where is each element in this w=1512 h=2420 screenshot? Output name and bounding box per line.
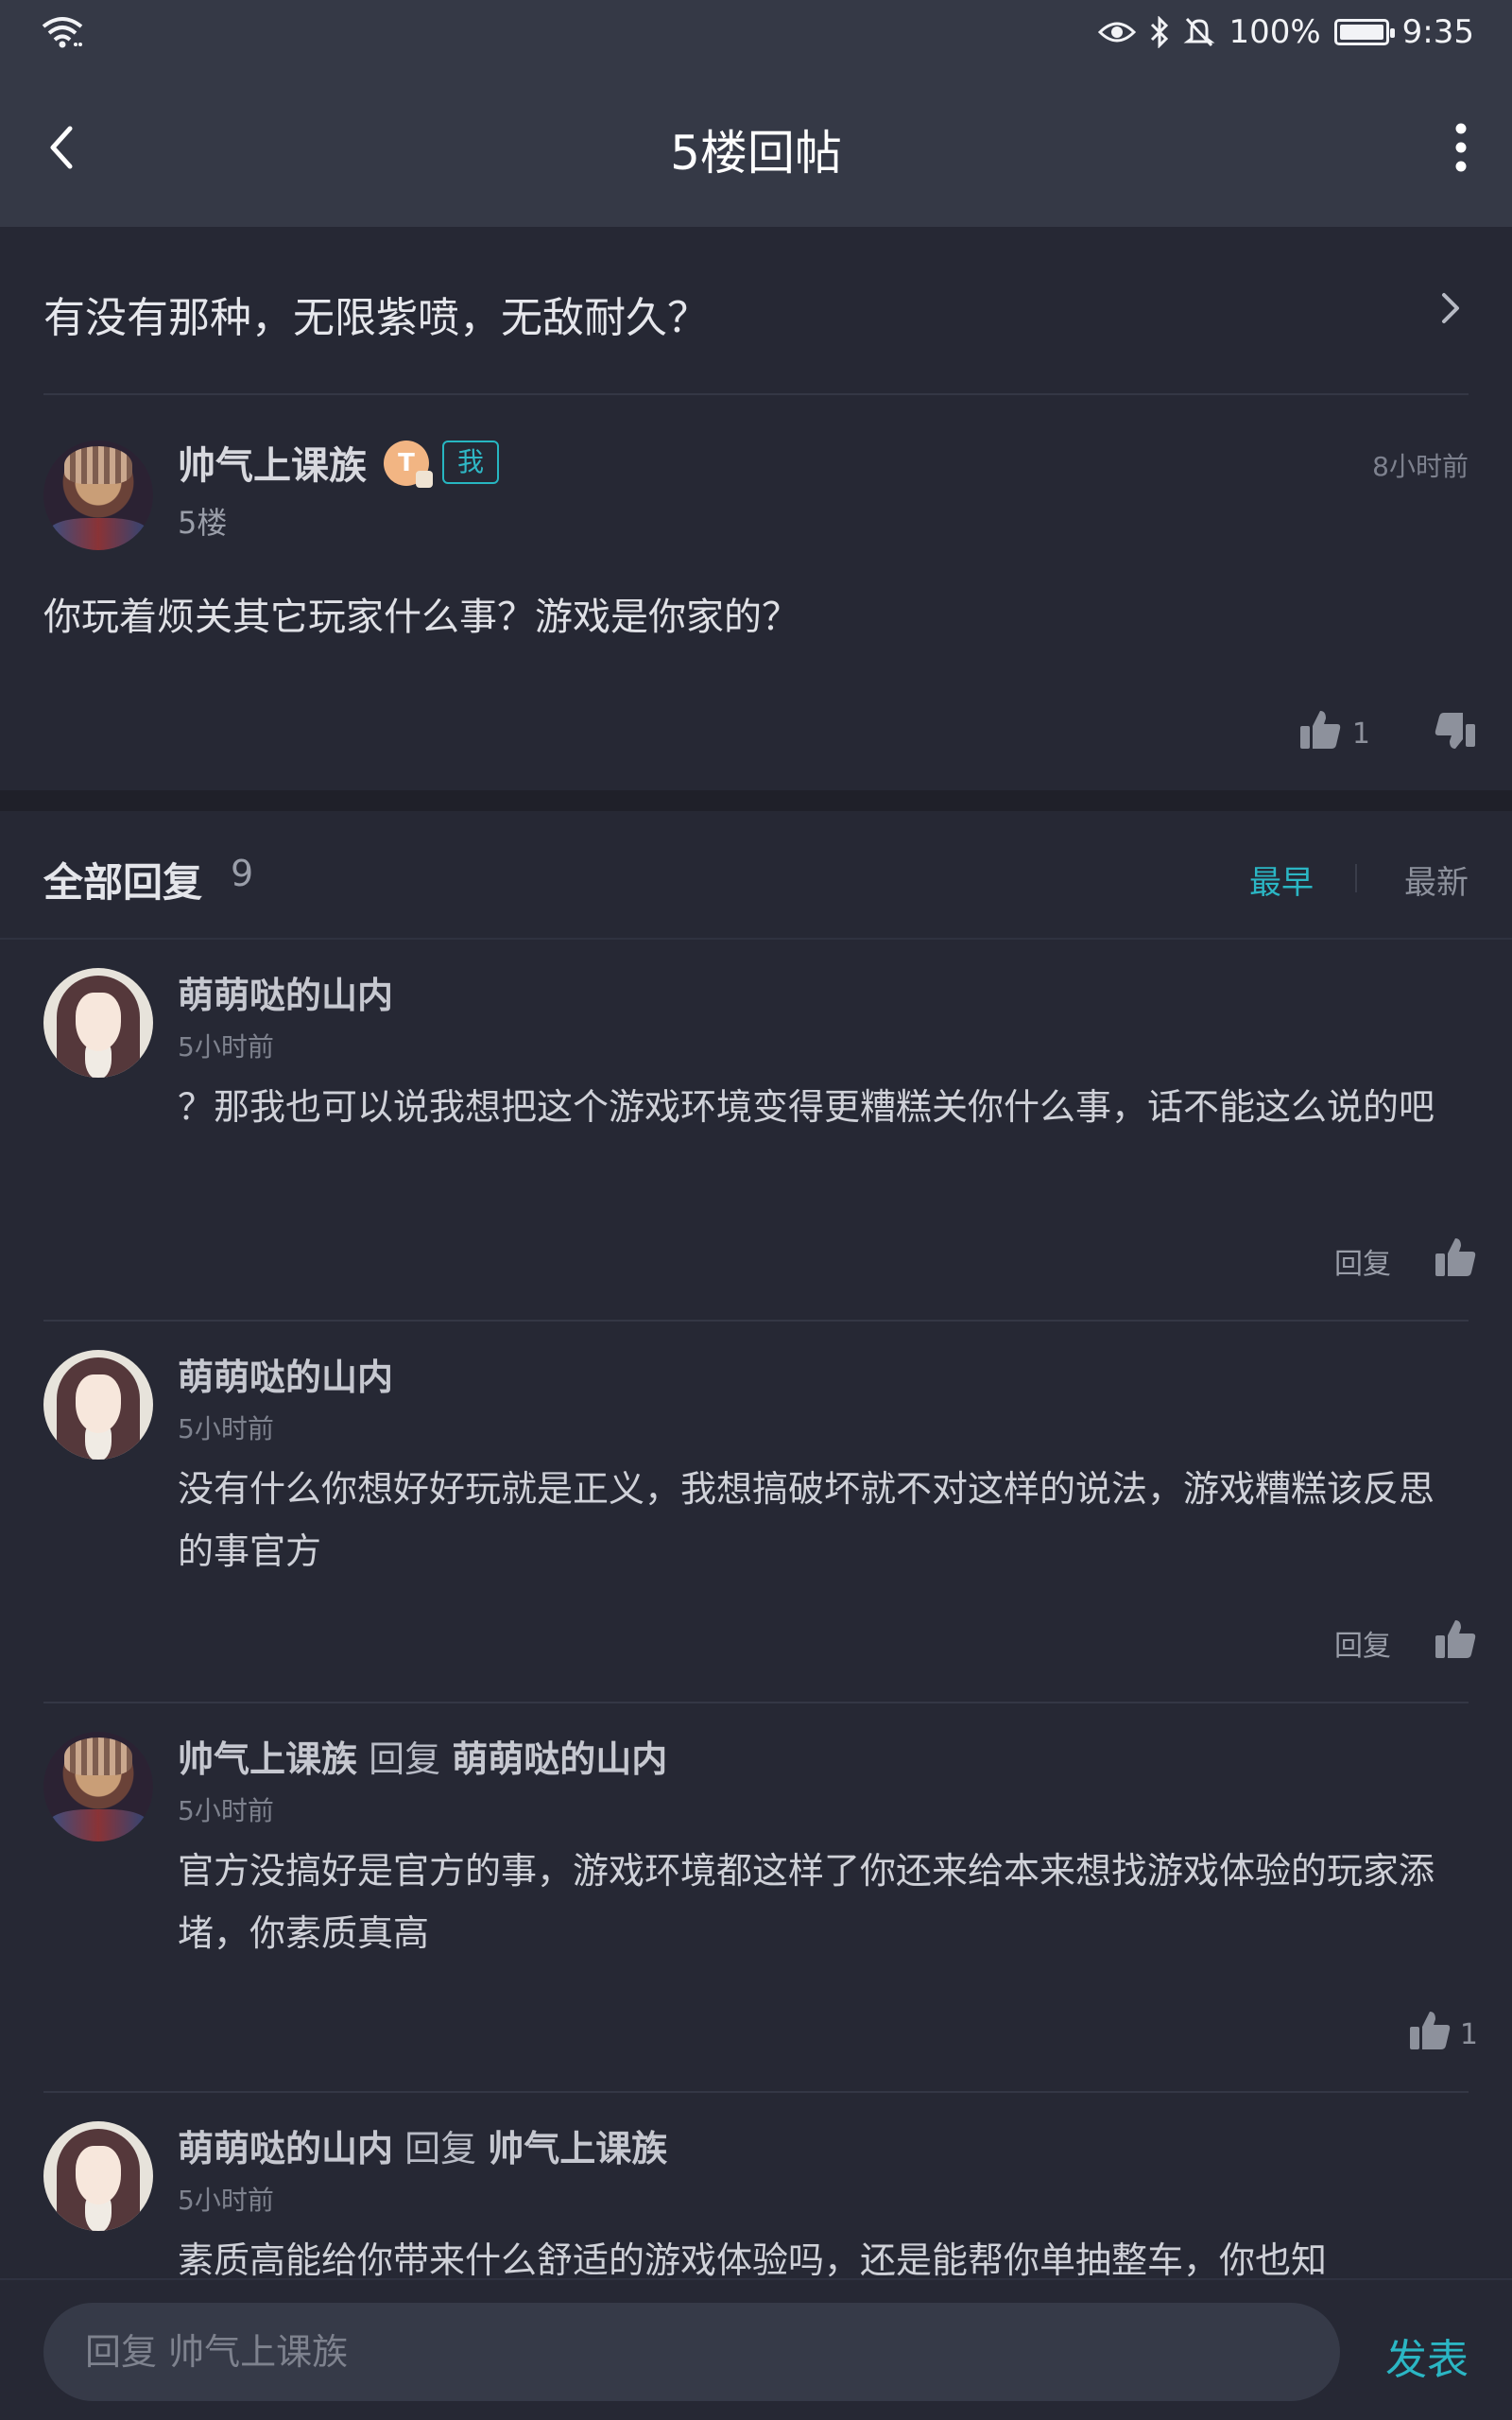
wifi-icon [42, 15, 83, 53]
reply-body: 官方没搞好是官方的事，游戏环境都这样了你还来给本来想找游戏体验的玩家添堵，你素质… [178, 1850, 1435, 1954]
reply-actions: 回复 [1334, 1616, 1478, 1669]
sort-earliest-tab[interactable]: 最早 [1249, 856, 1314, 903]
reply-button[interactable]: 回复 [1334, 1622, 1391, 1664]
level-badge: T [384, 441, 433, 488]
reply-item: 萌萌哒的山内 回复 帅气上课族 5小时前 素质高能给你带来什么舒适的游戏体验吗，… [0, 2093, 1512, 2278]
divider [43, 393, 1469, 395]
reply-actions: 1 [1407, 2008, 1478, 2061]
reply-composer: 发表 [0, 2278, 1512, 2420]
avatar[interactable] [43, 2121, 153, 2231]
reply-button[interactable]: 回复 [1334, 1240, 1391, 1282]
top-area: 100% 9:35 5楼回帖 [0, 0, 1512, 227]
reply-time: 5小时前 [178, 1795, 274, 1826]
dislike-button[interactable] [1433, 705, 1478, 758]
thumbs-down-icon [1433, 713, 1478, 758]
thumbs-up-icon [1297, 707, 1343, 760]
like-button[interactable]: 1 [1297, 707, 1370, 760]
reply-target[interactable]: 萌萌哒的山内 [452, 1738, 667, 1780]
me-tag: 我 [442, 441, 499, 484]
reply-author-line: 萌萌哒的山内 [178, 966, 393, 1018]
reply-input[interactable] [43, 2303, 1340, 2401]
like-count: 1 [1459, 2017, 1478, 2051]
battery-icon [1333, 19, 1395, 45]
battery-fill [1339, 25, 1383, 40]
publish-button[interactable]: 发表 [1385, 2325, 1469, 2386]
page-title: 5楼回帖 [670, 126, 842, 181]
post-body: 你玩着烦关其它玩家什么事？游戏是你家的？ [43, 596, 799, 639]
reply-body: 素质高能给你带来什么舒适的游戏体验吗，还是能帮你单抽整车，你也知 [178, 2239, 1328, 2278]
reply-author[interactable]: 萌萌哒的山内 [178, 975, 393, 1016]
reply-actions: 回复 [1334, 1235, 1478, 1288]
reply-time: 5小时前 [178, 1413, 274, 1444]
reply-author-line: 萌萌哒的山内 回复 帅气上课族 [178, 2119, 667, 2171]
avatar[interactable] [43, 1350, 153, 1460]
floor-post: 帅气上课族 T 我 8小时前 5楼 你玩着烦关其它玩家什么事？游戏是你家的？ 1 [0, 397, 1512, 790]
like-button[interactable] [1433, 1235, 1478, 1288]
reply-item: 帅气上课族 回复 萌萌哒的山内 5小时前 官方没搞好是官方的事，游戏环境都这样了… [0, 1703, 1512, 2093]
section-gap [0, 790, 1512, 811]
thread-link[interactable]: 有没有那种，无限紫喷，无敌耐久？ [0, 227, 1512, 395]
reply-body: ？那我也可以说我想把这个游戏环境变得更糟糕关你什么事，话不能这么说的吧 [178, 1086, 1435, 1128]
replies-header: 全部回复 9 最早 最新 [0, 811, 1512, 940]
thread-title: 有没有那种，无限紫喷，无敌耐久？ [43, 294, 709, 342]
replies-count: 9 [231, 853, 254, 894]
nav-bar: 5楼回帖 [0, 85, 1512, 208]
battery-percent: 100% [1228, 13, 1321, 51]
avatar[interactable] [43, 968, 153, 1078]
reply-target[interactable]: 帅气上课族 [488, 2128, 667, 2169]
reply-author-line: 萌萌哒的山内 [178, 1348, 393, 1400]
more-vertical-icon[interactable] [1452, 121, 1470, 174]
avatar[interactable] [43, 441, 153, 550]
like-button[interactable] [1433, 1616, 1478, 1669]
post-floor: 5楼 [178, 505, 228, 541]
status-bar: 100% 9:35 [0, 0, 1512, 68]
reply-body: 没有什么你想好好玩就是正义，我想搞破坏就不对这样的说法，游戏糟糕该反思的事官方 [178, 1468, 1435, 1572]
bluetooth-icon [1149, 16, 1170, 48]
post-time: 8小时前 [1372, 451, 1469, 482]
replies-title: 全部回复 [43, 859, 203, 906]
chevron-right-icon [1436, 285, 1465, 331]
reply-item: 萌萌哒的山内 5小时前 没有什么你想好好玩就是正义，我想搞破坏就不对这样的说法，… [0, 1322, 1512, 1703]
sort-latest-tab[interactable]: 最新 [1404, 856, 1469, 903]
reply-time: 5小时前 [178, 2185, 274, 2216]
reply-author[interactable]: 帅气上课族 [178, 1738, 357, 1780]
like-count: 1 [1351, 717, 1370, 751]
sort-separator [1355, 864, 1357, 892]
reply-author[interactable]: 萌萌哒的山内 [178, 1357, 393, 1398]
reply-author-line: 帅气上课族 回复 萌萌哒的山内 [178, 1730, 667, 1782]
reply-item: 萌萌哒的山内 5小时前 ？那我也可以说我想把这个游戏环境变得更糟糕关你什么事，话… [0, 940, 1512, 1322]
post-author[interactable]: 帅气上课族 [178, 435, 367, 490]
thumbs-up-icon [1407, 2008, 1452, 2061]
reply-author[interactable]: 萌萌哒的山内 [178, 2128, 393, 2169]
avatar[interactable] [43, 1732, 153, 1841]
clock: 9:35 [1401, 13, 1474, 51]
like-button[interactable]: 1 [1407, 2008, 1478, 2061]
eye-icon [1098, 19, 1137, 45]
reply-time: 5小时前 [178, 1031, 274, 1063]
thumbs-up-icon [1433, 1235, 1478, 1288]
reply-word: 回复 [404, 2128, 477, 2169]
thumbs-up-icon [1433, 1616, 1478, 1669]
reply-word: 回复 [369, 1738, 441, 1780]
mute-bell-icon [1183, 16, 1215, 48]
